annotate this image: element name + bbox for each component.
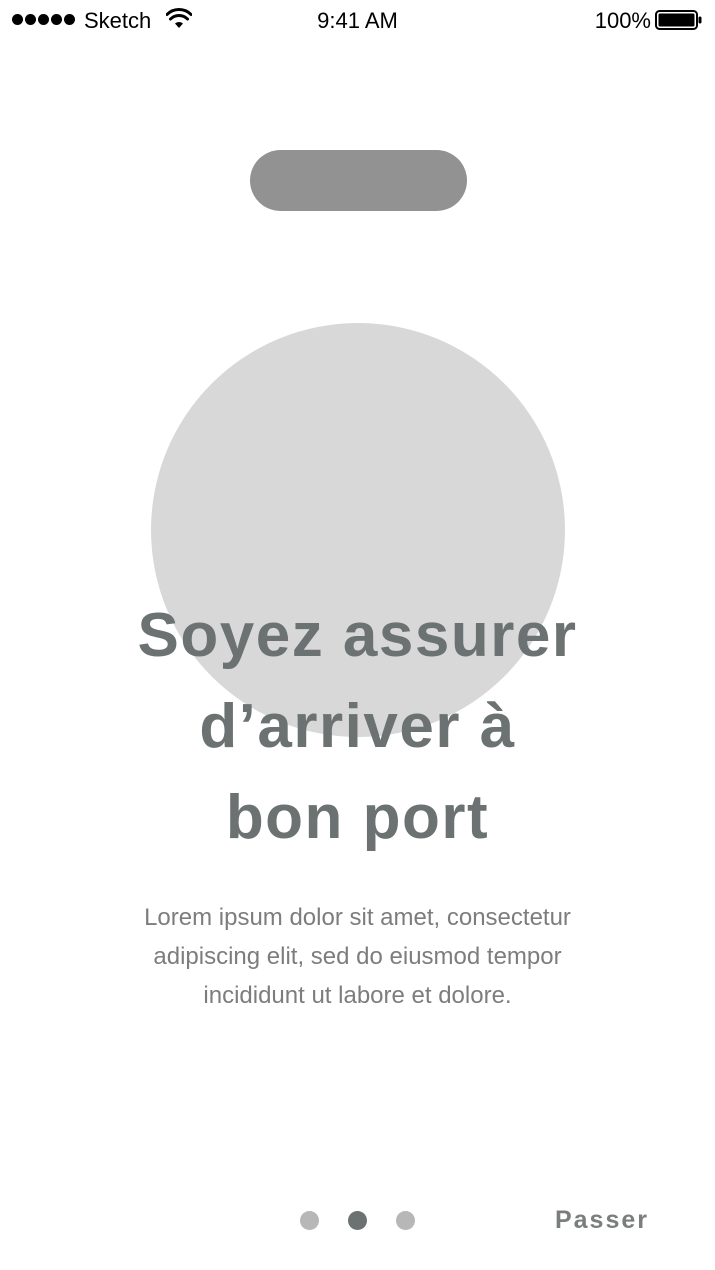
onboarding-title: Soyez assurer d’arriver à bon port — [60, 590, 655, 863]
battery-percentage: 100% — [594, 8, 651, 33]
page-dot-active[interactable] — [348, 1211, 367, 1230]
title-line: d’arriver à — [199, 692, 516, 761]
page-indicator — [300, 1211, 415, 1230]
onboarding-description: Lorem ipsum dolor sit amet, consectetur … — [60, 898, 655, 1015]
title-line: bon port — [225, 783, 490, 852]
description-line: incididunt ut labore et dolore. — [203, 982, 512, 1009]
status-bar: Sketch 9:41 AM 100% — [0, 0, 715, 42]
top-pill-placeholder — [250, 150, 467, 211]
title-line: Soyez assurer — [137, 601, 578, 670]
page-dot[interactable] — [300, 1211, 319, 1230]
description-line: Lorem ipsum dolor sit amet, consectetur — [144, 904, 571, 931]
description-line: adipiscing elit, sed do eiusmod tempor — [153, 943, 562, 970]
page-dot[interactable] — [396, 1211, 415, 1230]
battery-icon — [655, 10, 702, 30]
skip-button[interactable]: Passer — [555, 1204, 649, 1236]
